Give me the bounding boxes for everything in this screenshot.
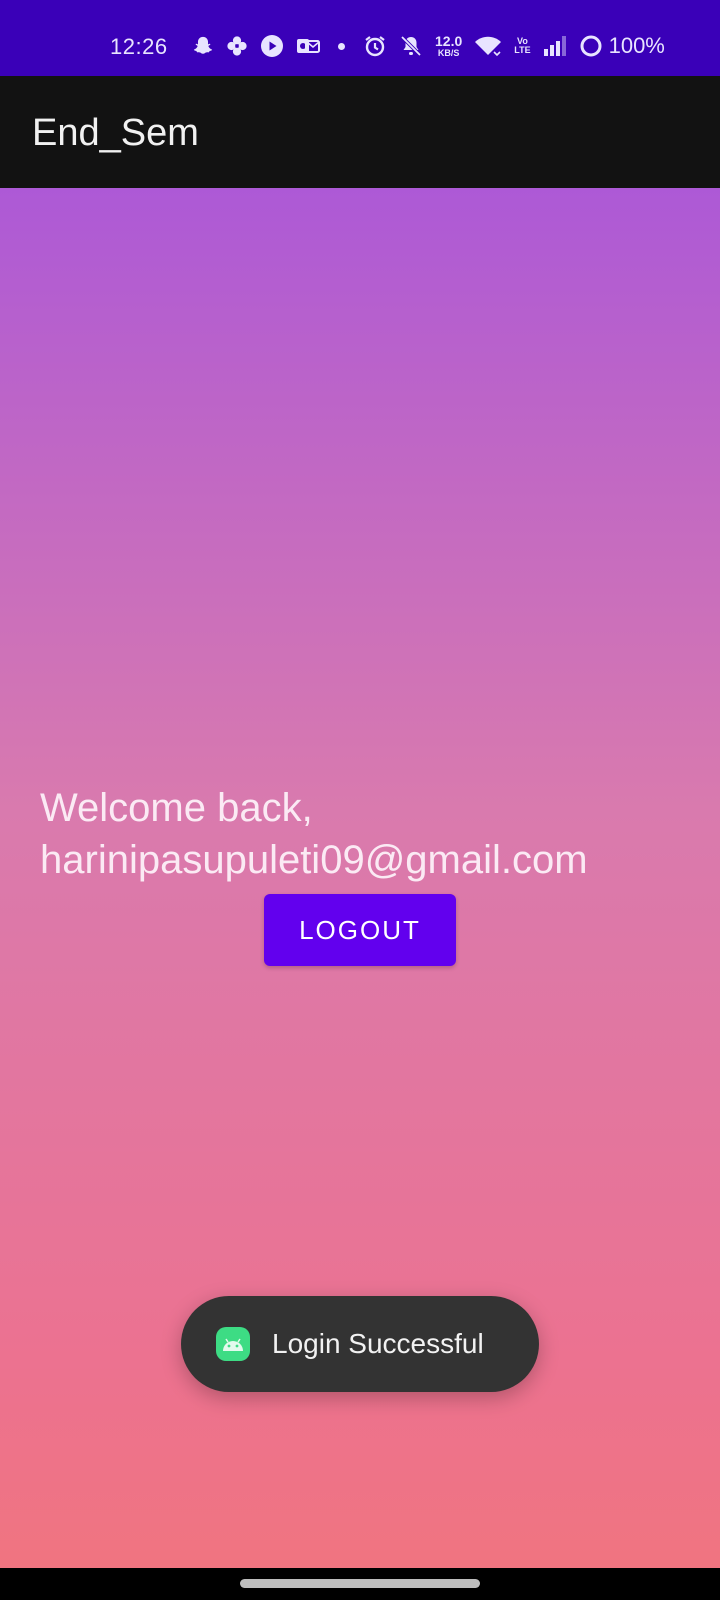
logout-button[interactable]: LOGOUT bbox=[264, 894, 456, 966]
status-bar: 12:26 12.0 KB/S Vo LTE 100% bbox=[0, 0, 720, 76]
net-speed-value: 12.0 bbox=[435, 33, 463, 49]
main-content: Welcome back, harinipasupuleti09@gmail.c… bbox=[0, 188, 720, 1568]
app-bar: End_Sem bbox=[0, 76, 720, 188]
snapchat-icon bbox=[192, 35, 214, 57]
alarm-icon bbox=[363, 34, 387, 58]
signal-icon bbox=[543, 35, 567, 57]
wifi-icon bbox=[474, 34, 502, 58]
mute-icon bbox=[399, 34, 423, 58]
home-gesture-handle[interactable] bbox=[240, 1579, 480, 1588]
toast-text: Login Successful bbox=[272, 1328, 484, 1359]
toast-message: Login Successful bbox=[181, 1296, 539, 1392]
dot-icon bbox=[338, 42, 345, 50]
status-icons: 12.0 KB/S Vo LTE 100% bbox=[192, 33, 665, 59]
volte-indicator: Vo LTE bbox=[514, 37, 530, 55]
network-speed: 12.0 KB/S bbox=[435, 34, 462, 58]
welcome-email: harinipasupuleti09@gmail.com bbox=[40, 838, 588, 882]
battery-percent: 100% bbox=[608, 33, 665, 58]
navigation-bar bbox=[0, 1568, 720, 1600]
app-title: End_Sem bbox=[32, 112, 199, 154]
pinwheel-icon bbox=[226, 35, 248, 57]
android-icon bbox=[216, 1327, 250, 1361]
net-speed-unit: KB/S bbox=[437, 48, 460, 58]
welcome-greeting: Welcome back, bbox=[40, 786, 313, 830]
status-time: 12:26 bbox=[110, 34, 168, 59]
welcome-message: Welcome back, harinipasupuleti09@gmail.c… bbox=[40, 782, 588, 886]
outlook-icon bbox=[296, 35, 320, 57]
battery-ring-icon bbox=[579, 34, 603, 58]
volte-bottom: LTE bbox=[514, 45, 531, 55]
play-icon bbox=[260, 34, 284, 58]
